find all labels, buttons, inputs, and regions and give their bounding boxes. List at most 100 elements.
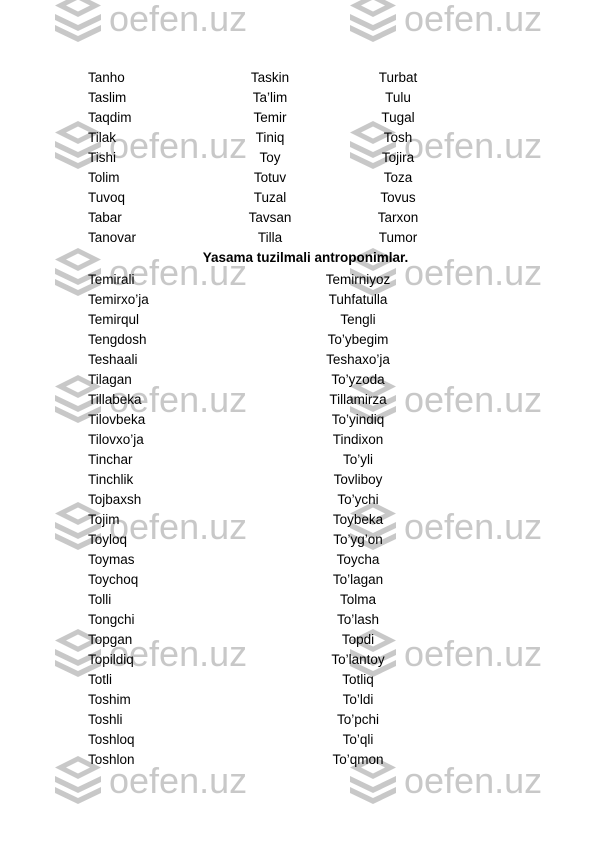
derived_names_table-cell: Toyloq — [88, 532, 128, 547]
simple_names_table-cell: Tarxon — [377, 210, 419, 225]
table-row: Topildiq To’lantoy — [0, 650, 595, 670]
table-row: Temirxo’ja Tuhfatulla — [0, 290, 595, 310]
table-row: Toyloq To’yg’on — [0, 530, 595, 550]
simple_names_table-cell: Taslim — [88, 90, 127, 105]
table-row: Tolim Totuv Toza — [0, 168, 595, 188]
simple_names_table-cell: Tolim — [88, 170, 120, 185]
simple_names_table-cell: Taskin — [250, 70, 290, 85]
simple_names_table-cell: Tavsan — [248, 210, 292, 225]
derived_names_table-cell: Tongchi — [88, 612, 135, 627]
simple_names_table-cell: Tovus — [380, 190, 416, 205]
table-row: Tengdosh To’ybegim — [0, 330, 595, 350]
derived_names_table-cell: To’pchi — [336, 712, 380, 727]
derived_names_table-cell: Teshaxo’ja — [326, 352, 390, 367]
derived_names_table-cell: Tinchlik — [88, 472, 134, 487]
simple_names_table-cell: Tumor — [378, 230, 418, 245]
derived_names_table-cell: To’lash — [336, 612, 380, 627]
derived_names_table-cell: Temirali — [88, 272, 135, 287]
table-row: Tillabeka Tillamirza — [0, 390, 595, 410]
derived_names_table-cell: To’ldi — [342, 692, 374, 707]
simple_names_table-cell: Totuv — [253, 170, 287, 185]
derived_names_table-cell: Tilovbeka — [88, 412, 146, 427]
table-row: Topgan Topdi — [0, 630, 595, 650]
derived_names_table-cell: Temirniyoz — [325, 272, 391, 287]
derived_names_table-cell: To’lantoy — [331, 652, 385, 667]
table-row: Tishi Toy Tojira — [0, 148, 595, 168]
derived_names_table-cell: To’lagan — [332, 572, 384, 587]
derived_names_table-cell: Topdi — [341, 632, 375, 647]
derived_names_table-cell: Tolma — [339, 592, 376, 607]
table-row: Tanho Taskin Turbat — [0, 68, 595, 88]
table-row: Tolli Tolma — [0, 590, 595, 610]
derived_names_table-cell: Totli — [88, 672, 113, 687]
simple_names_table-cell: Tilla — [257, 230, 283, 245]
table-row: Toshim To’ldi — [0, 690, 595, 710]
table-row: Temirqul Tengli — [0, 310, 595, 330]
simple_names_table-cell: Tosh — [383, 130, 413, 145]
derived_names_table-cell: Tilovxo’ja — [88, 432, 144, 447]
derived_names_table-cell: Toshli — [88, 712, 123, 727]
derived_names_table-cell: Tengdosh — [88, 332, 147, 347]
derived_names_table-cell: To’yg’on — [333, 532, 383, 547]
derived_names_table-cell: Tolli — [88, 592, 112, 607]
derived_names_table-cell: Toybeka — [332, 512, 384, 527]
derived_names_table-cell: Tillabeka — [88, 392, 142, 407]
table-row: Tanovar Tilla Tumor — [0, 228, 595, 248]
derived_names_table-cell: Topildiq — [88, 652, 134, 667]
derived_names_table-cell: To’qmon — [332, 752, 384, 767]
simple_names_table-cell: Taqdim — [88, 110, 132, 125]
simple-names-table: Tanho Taskin Turbat Taslim Ta’lim Tulu Taqdim T… — [0, 68, 595, 248]
simple_names_table-cell: Tuvoq — [88, 190, 126, 205]
table-row: Totli Totliq — [0, 670, 595, 690]
derived-names-table: Temirali Temirniyoz Temirxo’ja Tuhfatulla Te… — [0, 270, 595, 770]
table-row: Taqdim Temir Tugal — [0, 108, 595, 128]
derived_names_table-cell: Toymas — [88, 552, 135, 567]
derived_names_table-cell: Toychoq — [88, 572, 139, 587]
derived_names_table-cell: Temirxo’ja — [88, 292, 149, 307]
table-row: Tinchar To’yli — [0, 450, 595, 470]
derived_names_table-cell: Tengli — [340, 312, 376, 327]
section-heading-derived-names: Yasama tuzilmali antroponimlar. — [202, 250, 409, 265]
table-row: Toshli To’pchi — [0, 710, 595, 730]
derived_names_table-cell: Tindixon — [332, 432, 384, 447]
simple_names_table-cell: Tishi — [88, 150, 117, 165]
simple_names_table-cell: Ta’lim — [252, 90, 288, 105]
derived_names_table-cell: To’yli — [342, 452, 373, 467]
table-row: Tuvoq Tuzal Tovus — [0, 188, 595, 208]
table-row: Toshlon To’qmon — [0, 750, 595, 770]
table-row: Toymas Toycha — [0, 550, 595, 570]
simple_names_table-cell: Tuzal — [253, 190, 287, 205]
table-row: Taslim Ta’lim Tulu — [0, 88, 595, 108]
table-row: Teshaali Teshaxo’ja — [0, 350, 595, 370]
table-row: Tojim Toybeka — [0, 510, 595, 530]
derived_names_table-cell: To’qli — [342, 732, 374, 747]
derived_names_table-cell: Totliq — [342, 672, 374, 687]
derived_names_table-cell: Tojbaxsh — [88, 492, 142, 507]
table-row: Tabar Tavsan Tarxon — [0, 208, 595, 228]
table-row: Tilagan To’yzoda — [0, 370, 595, 390]
simple_names_table-cell: Tanho — [88, 70, 125, 85]
simple_names_table-cell: Tulu — [385, 90, 411, 105]
document-content: Tanho Taskin Turbat Taslim Ta’lim Tulu Taqdim T… — [0, 0, 595, 842]
table-row: Toshloq To’qli — [0, 730, 595, 750]
simple_names_table-cell: Toy — [259, 150, 281, 165]
derived_names_table-cell: To’ychi — [337, 492, 379, 507]
simple_names_table-cell: Toza — [383, 170, 413, 185]
derived_names_table-cell: To’yzoda — [331, 372, 385, 387]
simple_names_table-cell: Tiniq — [255, 130, 285, 145]
simple_names_table-cell: Tilak — [88, 130, 117, 145]
derived_names_table-cell: Tovliboy — [333, 472, 383, 487]
table-row: Tilovxo’ja Tindixon — [0, 430, 595, 450]
simple_names_table-cell: Temir — [253, 110, 287, 125]
table-row: Tilak Tiniq Tosh — [0, 128, 595, 148]
simple_names_table-cell: Turbat — [378, 70, 418, 85]
derived_names_table-cell: Toshim — [88, 692, 131, 707]
derived_names_table-cell: To’yindiq — [331, 412, 385, 427]
simple_names_table-cell: Tanovar — [88, 230, 137, 245]
derived_names_table-cell: Toshloq — [88, 732, 135, 747]
table-row: Tilovbeka To’yindiq — [0, 410, 595, 430]
derived_names_table-cell: Toshlon — [88, 752, 135, 767]
derived_names_table-cell: Teshaali — [88, 352, 138, 367]
table-row: Toychoq To’lagan — [0, 570, 595, 590]
simple_names_table-cell: Tojira — [381, 150, 415, 165]
